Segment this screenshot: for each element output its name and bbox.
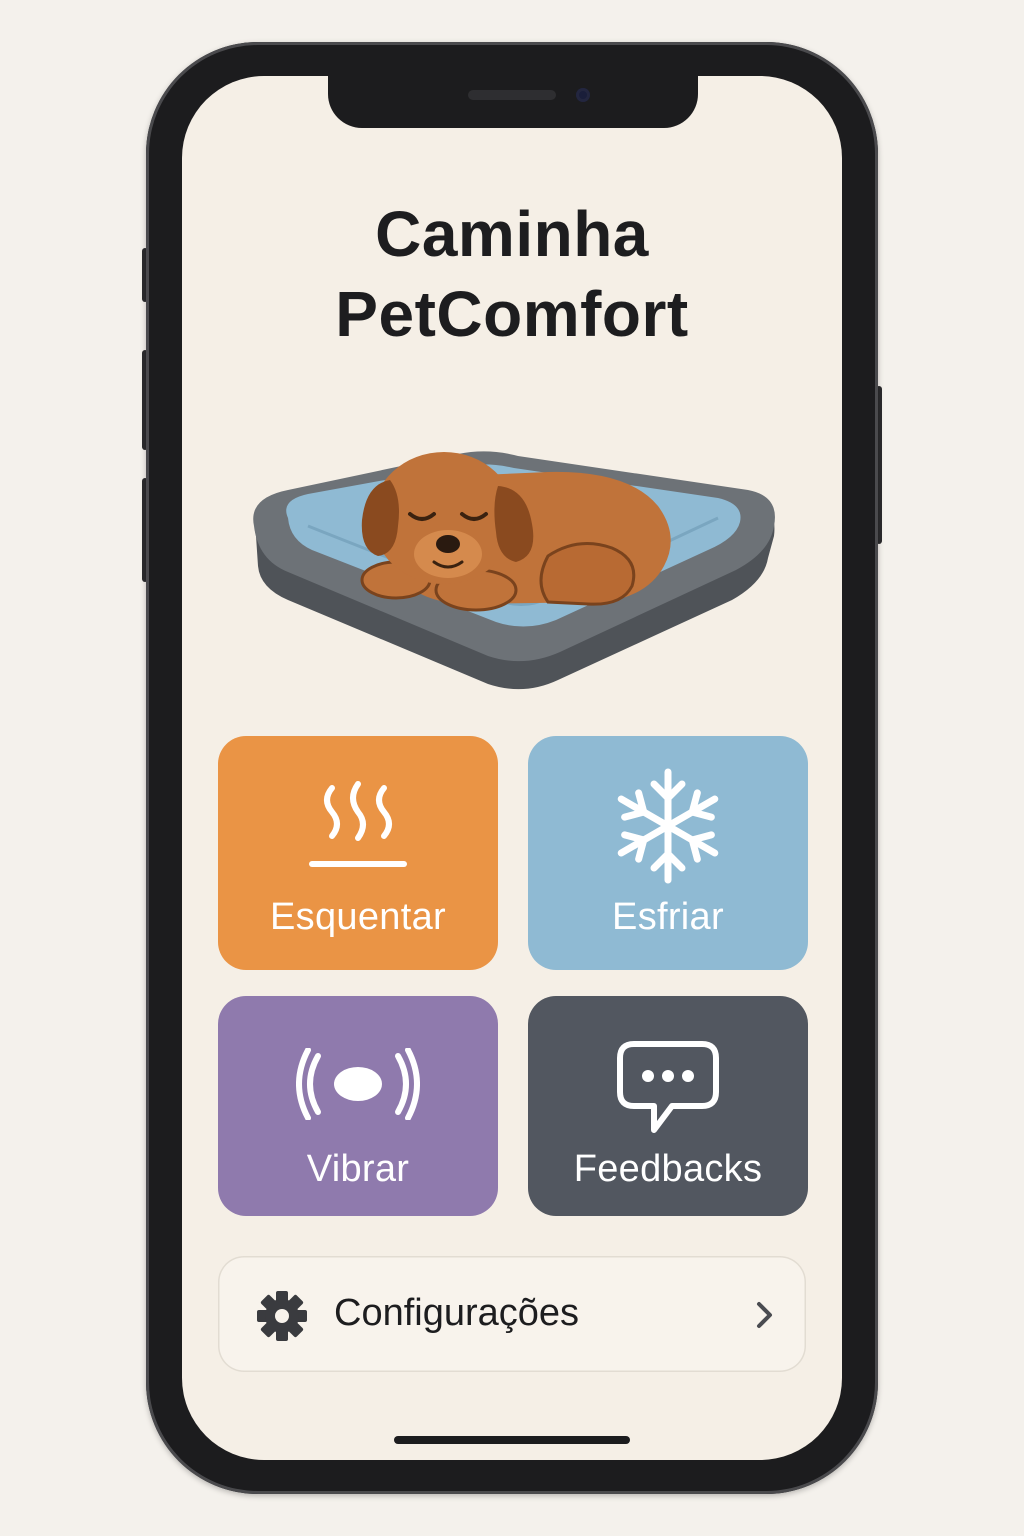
phone-screen: Caminha PetComfort Esquentar Esfriar Vib… [182,76,842,1460]
gear-icon [257,1291,307,1341]
chevron-right-icon [757,1302,772,1328]
home-indicator [394,1436,630,1444]
page-title: Caminha PetComfort [182,194,842,354]
vibrate-button[interactable]: Vibrar [218,996,498,1216]
cool-button-label: Esfriar [612,896,724,938]
cool-button[interactable]: Esfriar [528,736,808,970]
chat-bubble-icon [528,1038,808,1138]
title-line-1: Caminha [375,198,649,270]
snowflake-icon [528,766,808,886]
sleeping-dog-illustration [253,451,775,690]
heat-button[interactable]: Esquentar [218,736,498,970]
settings-row[interactable]: Configurações [218,1256,806,1372]
settings-label: Configurações [334,1292,580,1334]
feedback-button[interactable]: Feedbacks [528,996,808,1216]
earpiece-speaker [468,90,556,100]
vibration-icon [218,1048,498,1120]
heat-waves-icon [218,780,498,876]
title-line-2: PetComfort [335,278,689,350]
notch [328,76,698,128]
vibrate-button-label: Vibrar [306,1148,410,1190]
front-camera [576,88,590,102]
stage: Caminha PetComfort Esquentar Esfriar Vib… [0,0,1024,1536]
feedback-button-label: Feedbacks [573,1148,763,1190]
heat-button-label: Esquentar [270,896,446,938]
